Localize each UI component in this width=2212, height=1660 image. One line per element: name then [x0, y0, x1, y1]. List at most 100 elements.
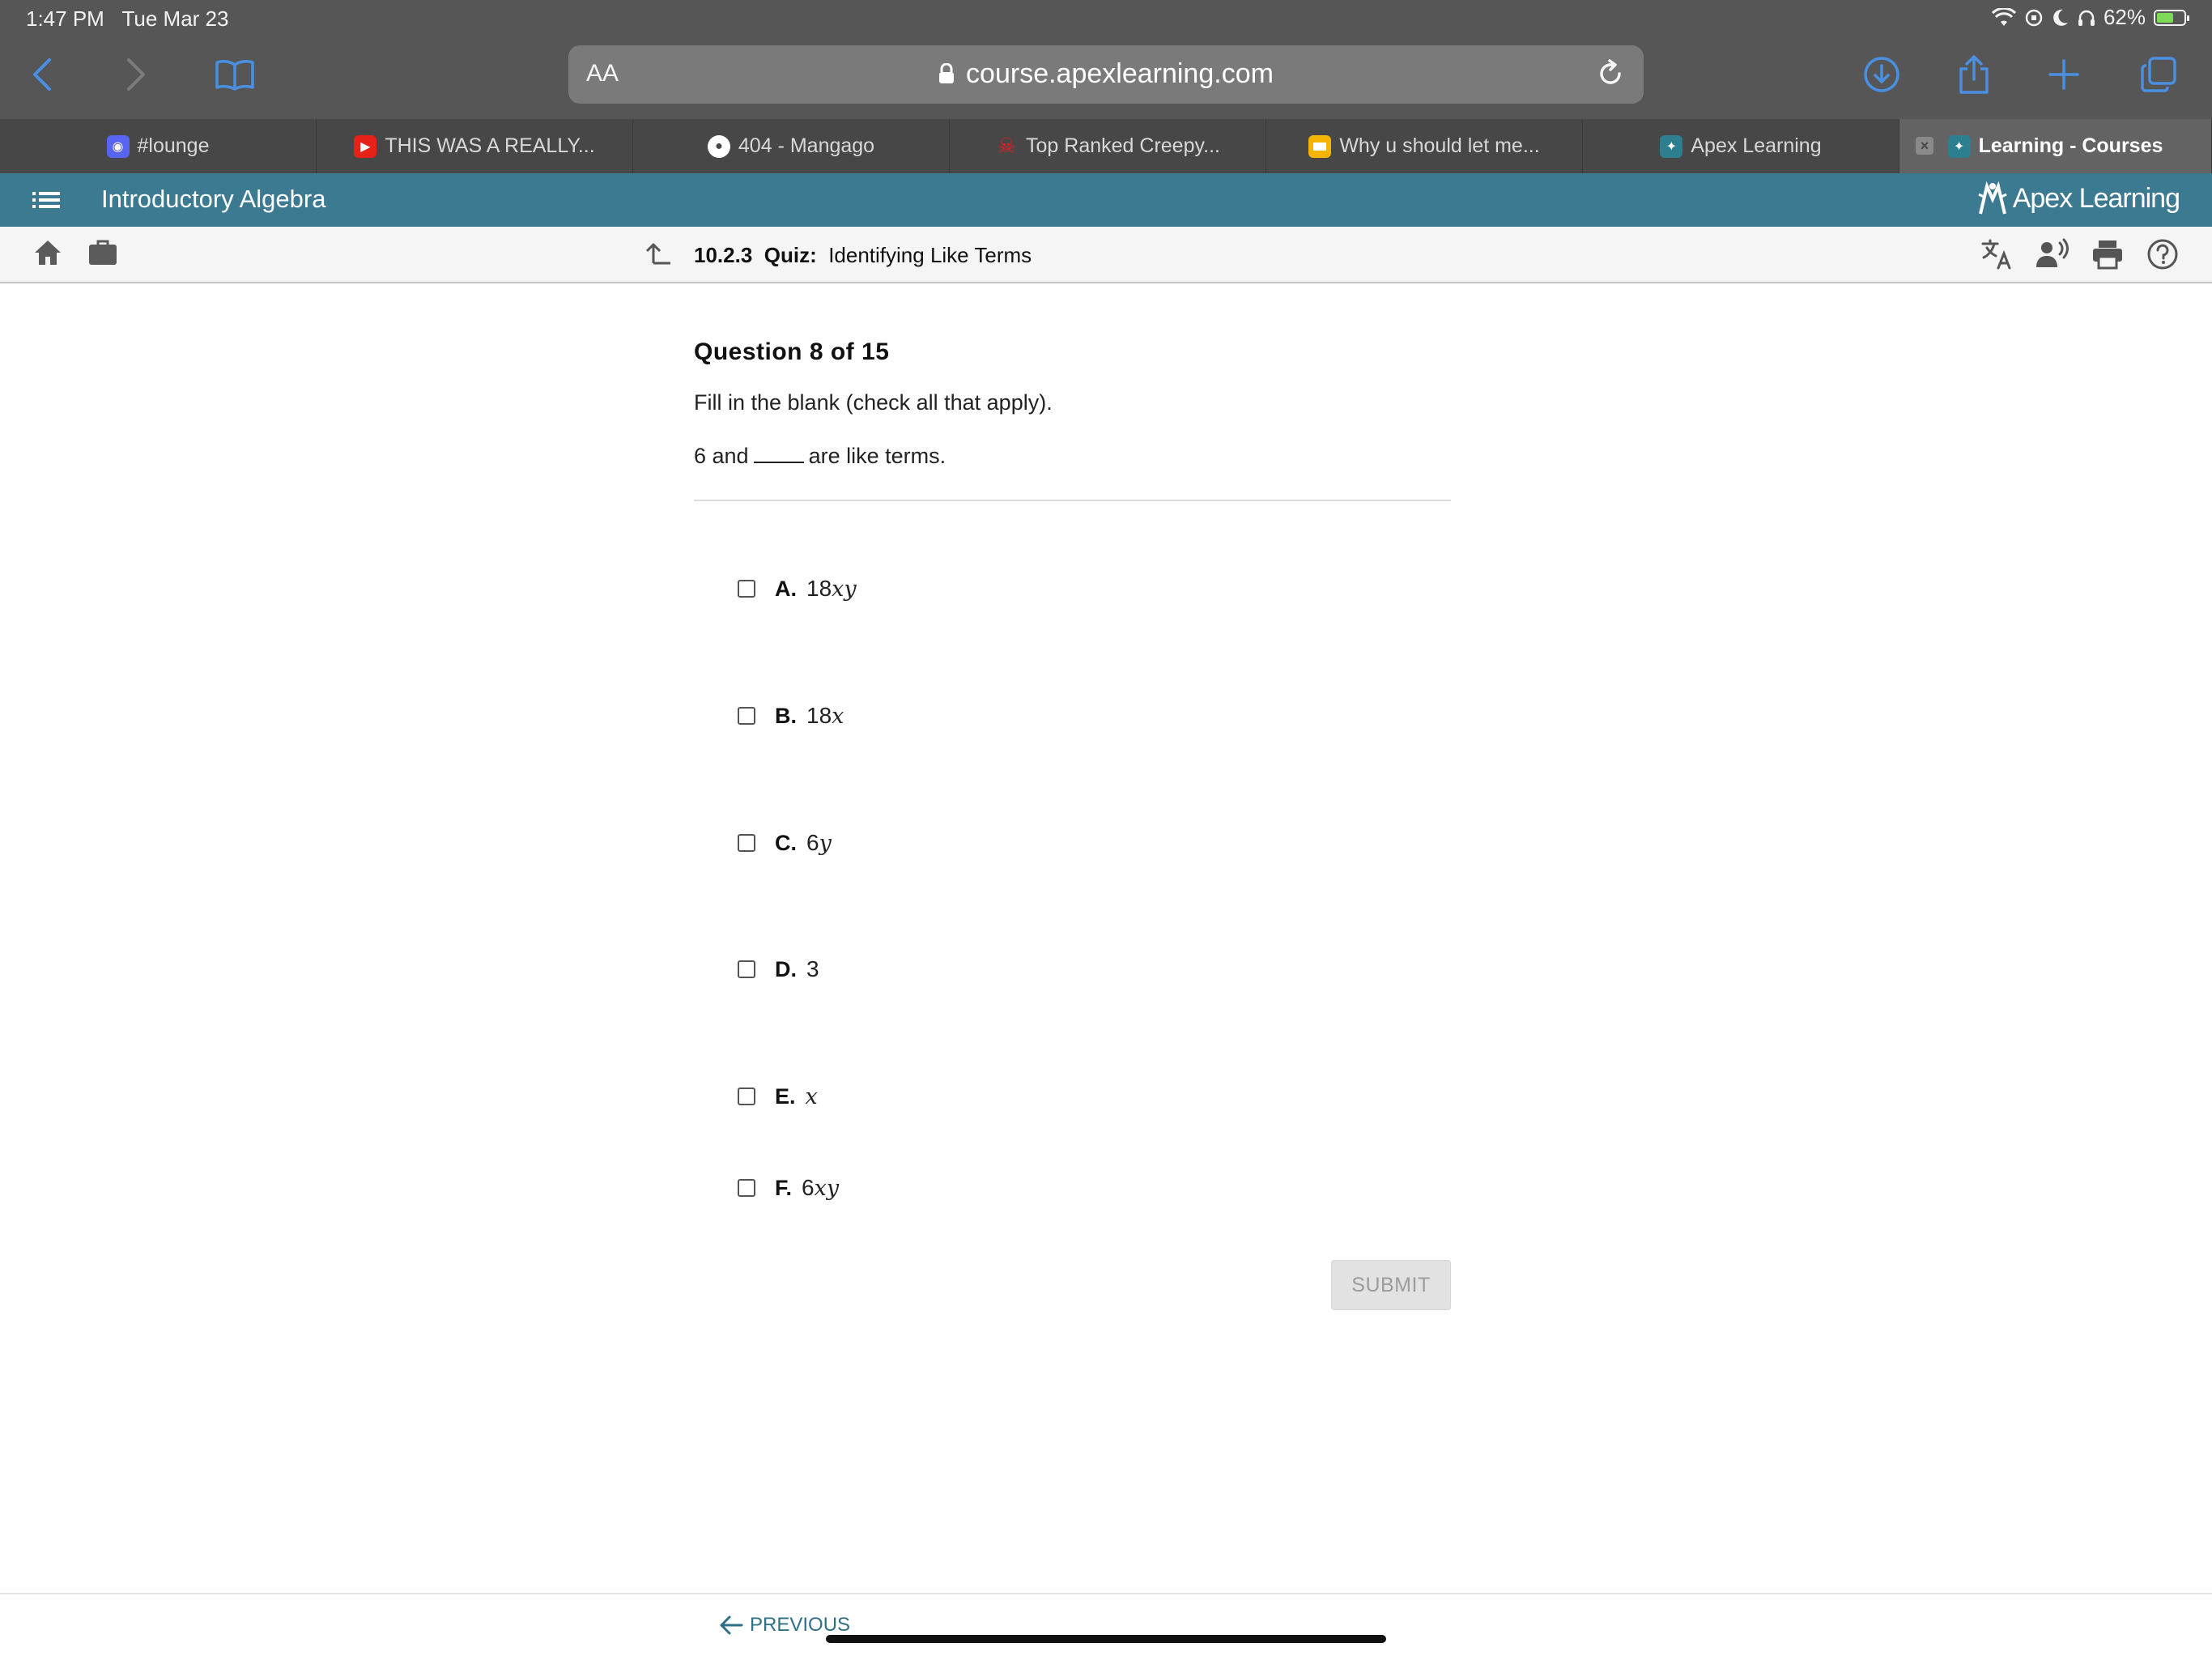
- translate-icon[interactable]: [1980, 238, 2013, 275]
- headphones-icon: [2078, 10, 2095, 26]
- option-letter: F.: [775, 1175, 793, 1200]
- downloads-icon[interactable]: [1857, 50, 1906, 99]
- bookmarks-icon[interactable]: [211, 50, 259, 99]
- tab-label: Apex Learning: [1691, 134, 1822, 157]
- tab-label: 404 - Mangago: [738, 134, 875, 157]
- briefcase-icon[interactable]: [87, 238, 118, 271]
- answer-option-e[interactable]: E. x: [738, 1083, 818, 1109]
- option-coefficient: 18: [806, 703, 832, 728]
- battery-percent: 62%: [2103, 5, 2146, 29]
- share-icon[interactable]: [1950, 50, 1998, 99]
- home-icon[interactable]: [32, 238, 63, 271]
- browser-tab-courses[interactable]: × ✦ Learning - Courses: [1899, 119, 2212, 173]
- question-number: Question 8 of 15: [694, 338, 890, 365]
- lesson-title: 10.2.3 Quiz: Identifying Like Terms: [694, 243, 1032, 268]
- apex-logo-text: Apex Learning: [2012, 182, 2180, 214]
- checkbox[interactable]: [738, 960, 755, 978]
- option-letter: A.: [775, 576, 797, 601]
- apex-icon: ✦: [1660, 134, 1683, 158]
- new-tab-icon[interactable]: [2040, 50, 2088, 99]
- url-bar[interactable]: AA course.apexlearning.com: [568, 45, 1644, 104]
- browser-tab-youtube[interactable]: ▶ THIS WAS A REALLY...: [317, 119, 633, 173]
- clock: 1:47 PM: [26, 6, 104, 31]
- answer-option-c[interactable]: C. 6y: [738, 830, 832, 856]
- divider: [694, 500, 1451, 501]
- option-letter: C.: [775, 830, 797, 855]
- option-variable: xy: [832, 577, 857, 602]
- answer-option-d[interactable]: D. 3: [738, 956, 819, 982]
- up-arrow-icon[interactable]: [644, 241, 672, 270]
- tab-label: THIS WAS A REALLY...: [385, 134, 595, 157]
- close-tab-icon[interactable]: ×: [1916, 137, 1933, 155]
- back-icon[interactable]: [18, 50, 66, 99]
- forward-icon[interactable]: [112, 50, 160, 99]
- lesson-number: 10.2.3: [694, 243, 753, 267]
- option-letter: D.: [775, 956, 797, 981]
- battery-fill: [2157, 12, 2173, 23]
- print-icon[interactable]: [2091, 238, 2124, 275]
- prompt-blank: [753, 442, 804, 463]
- browser-chrome: 1:47 PM Tue Mar 23 62% AA course.apexlea…: [0, 0, 2212, 119]
- status-icons: 62%: [1991, 5, 2189, 30]
- reload-icon[interactable]: [1595, 58, 1626, 93]
- lesson-footer: PREVIOUS: [0, 1593, 2212, 1660]
- discord-icon: ◉: [106, 134, 130, 158]
- question-instruction: Fill in the blank (check all that apply)…: [694, 390, 1053, 415]
- submit-button[interactable]: SUBMIT: [1331, 1260, 1451, 1310]
- option-variable: xy: [814, 1176, 840, 1201]
- course-header: Introductory Algebra Apex Learning: [0, 173, 2212, 227]
- skull-icon: ☠: [997, 134, 1016, 158]
- menu-icon[interactable]: [32, 188, 60, 216]
- answer-option-b[interactable]: B. 18x: [738, 703, 844, 729]
- checkbox[interactable]: [738, 707, 755, 725]
- question-prompt: 6 and are like terms.: [694, 442, 946, 469]
- option-value: 6y: [806, 830, 832, 856]
- moon-icon: [2053, 9, 2068, 26]
- help-icon[interactable]: [2146, 238, 2179, 275]
- arrow-left-icon: [720, 1615, 743, 1635]
- url-text: course.apexlearning.com: [966, 58, 1274, 89]
- checkbox[interactable]: [738, 834, 755, 852]
- tab-bar: ◉ #lounge ▶ THIS WAS A REALLY... ● 404 -…: [0, 119, 2212, 173]
- browser-tab-slides[interactable]: Why u should let me...: [1266, 119, 1583, 173]
- previous-label: PREVIOUS: [750, 1614, 851, 1636]
- tab-label: Why u should let me...: [1339, 134, 1540, 157]
- checkbox[interactable]: [738, 580, 755, 598]
- slides-icon: [1308, 134, 1332, 158]
- prompt-before: 6 and: [694, 444, 749, 468]
- option-variable: y: [819, 831, 832, 856]
- url-display[interactable]: course.apexlearning.com: [568, 58, 1644, 92]
- browser-tab-creepy[interactable]: ☠ Top Ranked Creepy...: [950, 119, 1266, 173]
- battery-icon: [2154, 9, 2189, 26]
- lesson-name: Identifying Like Terms: [828, 243, 1032, 267]
- lesson-toolbar: 10.2.3 Quiz: Identifying Like Terms: [0, 227, 2212, 283]
- course-title: Introductory Algebra: [101, 185, 326, 213]
- wifi-icon: [1991, 7, 2016, 26]
- home-indicator[interactable]: [826, 1635, 1386, 1643]
- read-aloud-icon[interactable]: [2035, 238, 2069, 275]
- apex-logo: Apex Learning: [1977, 181, 2180, 215]
- status-time: 1:47 PM Tue Mar 23: [26, 6, 228, 32]
- answer-option-f[interactable]: F. 6xy: [738, 1175, 839, 1201]
- lock-icon: [938, 60, 955, 92]
- reddit-icon: ●: [707, 134, 730, 158]
- answer-option-a[interactable]: A. 18xy: [738, 576, 857, 602]
- tab-label: Learning - Courses: [1978, 134, 2163, 157]
- apex-logo-icon: [1978, 181, 2007, 215]
- browser-tab-apex[interactable]: ✦ Apex Learning: [1583, 119, 1899, 173]
- lesson-type: Quiz:: [764, 243, 817, 267]
- checkbox[interactable]: [738, 1179, 755, 1197]
- browser-tab-lounge[interactable]: ◉ #lounge: [0, 119, 317, 173]
- tab-label: Top Ranked Creepy...: [1026, 134, 1220, 157]
- option-letter: E.: [775, 1083, 796, 1109]
- youtube-icon: ▶: [354, 134, 377, 158]
- option-coefficient: 6: [802, 1175, 815, 1200]
- option-coefficient: 3: [806, 956, 819, 981]
- previous-button[interactable]: PREVIOUS: [719, 1614, 850, 1637]
- tabs-overview-icon[interactable]: [2134, 50, 2183, 99]
- checkbox[interactable]: [738, 1088, 755, 1105]
- tab-label: #lounge: [137, 134, 210, 157]
- browser-tab-mangago[interactable]: ● 404 - Mangago: [633, 119, 950, 173]
- apex-icon: ✦: [1947, 134, 1971, 158]
- option-letter: B.: [775, 703, 797, 728]
